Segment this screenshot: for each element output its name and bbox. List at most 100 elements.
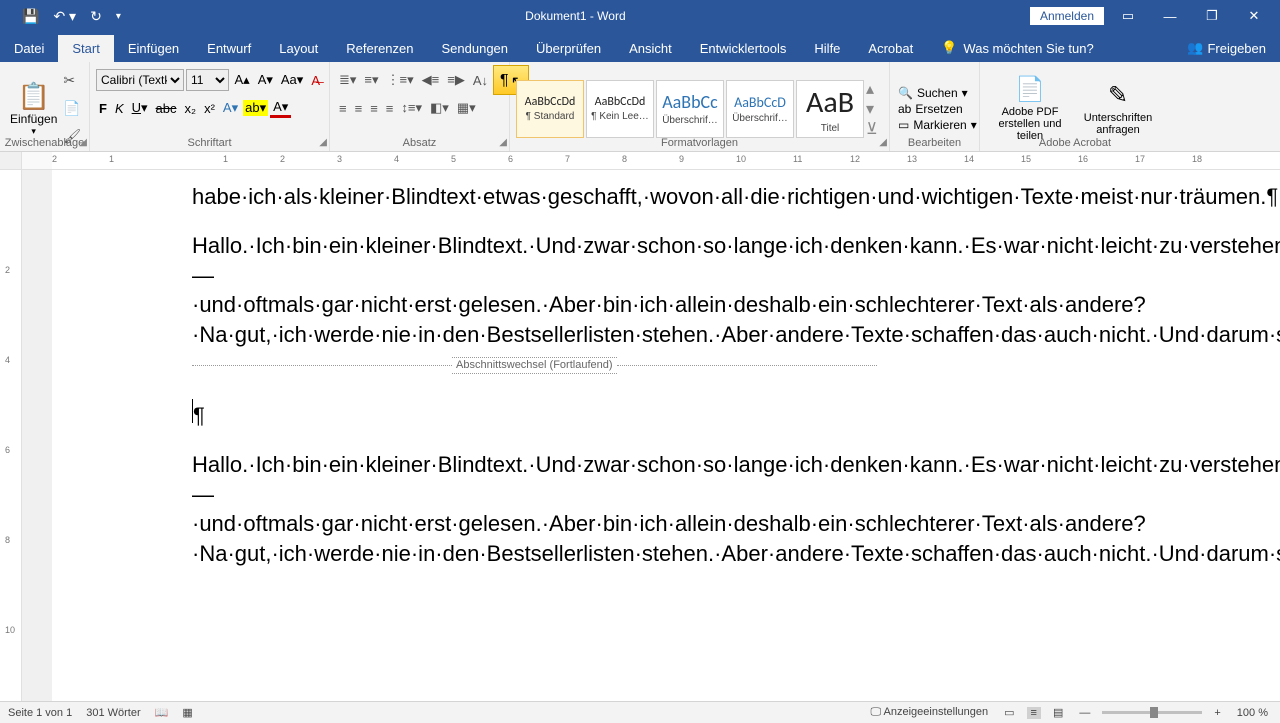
tab-layout[interactable]: Layout <box>265 35 332 62</box>
increase-indent-icon[interactable]: ≡▶ <box>444 72 468 88</box>
vertical-ruler[interactable]: 246810 <box>0 170 22 701</box>
align-right-icon[interactable]: ≡ <box>367 101 381 116</box>
paragraph-1[interactable]: habe·ich·als·kleiner·Blindtext·etwas·ges… <box>192 182 1140 211</box>
paragraph-2[interactable]: Hallo.·Ich·bin·ein·kleiner·Blindtext.·Un… <box>192 231 1140 378</box>
tab-referenzen[interactable]: Referenzen <box>332 35 427 62</box>
window-title: Dokument1 - Word <box>121 9 1030 23</box>
shading-icon[interactable]: ◧▾ <box>427 100 452 116</box>
macros-icon[interactable]: ▦ <box>182 706 192 719</box>
numbering-icon[interactable]: ≡▾ <box>361 72 381 88</box>
zoom-in-button[interactable]: + <box>1210 707 1224 719</box>
ribbon-tabs: DateiStartEinfügenEntwurfLayoutReferenze… <box>0 32 1280 62</box>
zoom-level[interactable]: 100 % <box>1233 707 1272 719</box>
tab-acrobat[interactable]: Acrobat <box>854 35 927 62</box>
style-item[interactable]: AaBbCcDÜberschrif… <box>726 80 794 138</box>
replace-icon: ab <box>898 102 911 116</box>
paragraph-launcher-icon[interactable]: ◢ <box>499 137 507 148</box>
display-settings-button[interactable]: 🖵 Anzeigeeinstellungen <box>866 706 992 719</box>
signin-button[interactable]: Anmelden <box>1030 7 1104 25</box>
spellcheck-icon[interactable]: 📖 <box>155 706 169 719</box>
word-count[interactable]: 301 Wörter <box>86 707 140 719</box>
tab-entwurf[interactable]: Entwurf <box>193 35 265 62</box>
line-spacing-icon[interactable]: ↕≡▾ <box>398 100 425 116</box>
styles-launcher-icon[interactable]: ◢ <box>879 137 887 148</box>
tab-einfügen[interactable]: Einfügen <box>114 35 193 62</box>
italic-button[interactable]: K <box>112 101 127 116</box>
print-layout-icon[interactable]: ≡ <box>1027 707 1041 719</box>
undo-icon[interactable]: ↶ ▾ <box>53 8 76 25</box>
document-page[interactable]: habe·ich·als·kleiner·Blindtext·etwas·ges… <box>52 170 1280 701</box>
paragraph-3[interactable]: ¶ <box>192 399 1140 430</box>
justify-icon[interactable]: ≡ <box>383 101 397 116</box>
clipboard-icon: 📋 <box>18 81 50 112</box>
styles-label: Formatvorlagen <box>510 137 889 149</box>
subscript-button[interactable]: x₂ <box>182 101 200 116</box>
bold-button[interactable]: F <box>96 101 110 116</box>
pdf-icon: 📄 <box>1015 75 1045 104</box>
strike-button[interactable]: abc <box>153 101 180 116</box>
align-center-icon[interactable]: ≡ <box>352 101 366 116</box>
close-button[interactable]: ✕ <box>1236 8 1272 24</box>
decrease-indent-icon[interactable]: ◀≡ <box>419 72 443 88</box>
page-count[interactable]: Seite 1 von 1 <box>8 707 72 719</box>
text-effects-icon[interactable]: A▾ <box>220 100 241 116</box>
font-launcher-icon[interactable]: ◢ <box>319 137 327 148</box>
style-item[interactable]: AaBbCcÜberschrif… <box>656 80 724 138</box>
maximize-button[interactable]: ❐ <box>1194 8 1230 24</box>
change-case-icon[interactable]: Aa▾ <box>278 72 306 88</box>
style-item[interactable]: AaBTitel <box>796 80 864 138</box>
tell-me-input[interactable]: 💡 Was möchten Sie tun? <box>931 34 1104 62</box>
tab-datei[interactable]: Datei <box>0 35 58 62</box>
replace-button[interactable]: abErsetzen <box>898 102 971 116</box>
highlight-icon[interactable]: ab▾ <box>243 100 268 116</box>
bullets-icon[interactable]: ≣▾ <box>336 72 359 88</box>
underline-button[interactable]: U▾ <box>129 100 151 116</box>
font-label: Schriftart <box>90 137 329 149</box>
shrink-font-icon[interactable]: A▾ <box>255 72 276 88</box>
borders-icon[interactable]: ▦▾ <box>454 100 479 116</box>
paragraph-4[interactable]: Hallo.·Ich·bin·ein·kleiner·Blindtext.·Un… <box>192 450 1140 568</box>
web-layout-icon[interactable]: ▤ <box>1049 706 1067 719</box>
lightbulb-icon: 💡 <box>941 40 957 56</box>
tab-sendungen[interactable]: Sendungen <box>428 35 523 62</box>
clear-format-icon[interactable]: A̶ <box>308 73 323 88</box>
save-icon[interactable]: 💾 <box>22 8 39 25</box>
tab-ansicht[interactable]: Ansicht <box>615 35 686 62</box>
read-mode-icon[interactable]: ▭ <box>1000 706 1018 719</box>
grow-font-icon[interactable]: A▴ <box>231 72 252 88</box>
search-icon: 🔍 <box>898 86 913 100</box>
clipboard-label: Zwischenablage <box>0 137 89 149</box>
font-size-select[interactable]: 11 <box>186 69 229 91</box>
cut-icon[interactable]: ✂ <box>63 72 81 89</box>
select-button[interactable]: ▭Markieren ▾ <box>898 118 971 132</box>
editing-label: Bearbeiten <box>890 137 979 149</box>
styles-more-icon[interactable]: ▴▾⊻ <box>866 79 878 139</box>
align-left-icon[interactable]: ≡ <box>336 101 350 116</box>
style-item[interactable]: AaBbCcDd¶ Kein Lee… <box>586 80 654 138</box>
font-name-select[interactable]: Calibri (Textk <box>96 69 184 91</box>
zoom-out-button[interactable]: — <box>1075 707 1094 719</box>
select-icon: ▭ <box>898 118 909 132</box>
horizontal-ruler[interactable]: 21123456789101112131415161718 <box>0 152 1280 170</box>
ribbon-display-icon[interactable]: ▭ <box>1110 8 1146 24</box>
copy-icon[interactable]: 📄 <box>63 100 81 117</box>
multilevel-icon[interactable]: ⋮≡▾ <box>384 72 417 88</box>
signature-icon: ✎ <box>1108 81 1128 110</box>
sort-icon[interactable]: A↓ <box>470 73 491 88</box>
tab-überprüfen[interactable]: Überprüfen <box>522 35 615 62</box>
ribbon: 📋 Einfügen ▾ ✂ 📄 🖌 Zwischenablage ◢ Cali… <box>0 62 1280 152</box>
clipboard-launcher-icon[interactable]: ◢ <box>79 137 87 148</box>
tab-start[interactable]: Start <box>58 35 113 62</box>
zoom-slider[interactable] <box>1102 711 1202 714</box>
minimize-button[interactable]: — <box>1152 9 1188 24</box>
tab-entwicklertools[interactable]: Entwicklertools <box>686 35 801 62</box>
section-break: Abschnittswechsel (Fortlaufend) <box>452 357 617 374</box>
find-button[interactable]: 🔍Suchen ▾ <box>898 86 971 100</box>
acrobat-label: Adobe Acrobat <box>980 137 1170 149</box>
share-button[interactable]: 👥 Freigeben <box>1173 34 1280 62</box>
redo-icon[interactable]: ↻ <box>90 8 102 25</box>
tab-hilfe[interactable]: Hilfe <box>800 35 854 62</box>
style-item[interactable]: AaBbCcDd¶ Standard <box>516 80 584 138</box>
superscript-button[interactable]: x² <box>201 101 218 116</box>
font-color-icon[interactable]: A▾ <box>270 99 291 118</box>
